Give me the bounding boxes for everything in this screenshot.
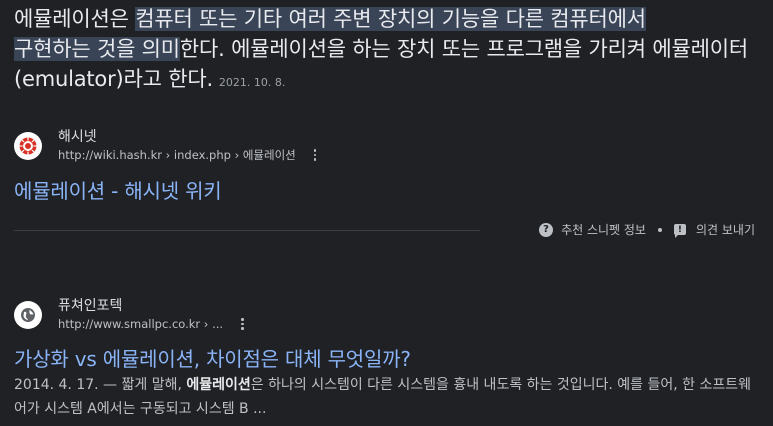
- result2-bold-term: 에뮬레이션: [186, 377, 251, 393]
- question-circle-icon: ?: [539, 222, 554, 237]
- globe-icon: [14, 301, 42, 329]
- snippet-highlight-2: 구현하는 것을 의미: [14, 37, 180, 61]
- snippet-text-before: 에뮬레이션은: [14, 7, 136, 31]
- send-feedback-link[interactable]: 의견 보내기: [696, 221, 755, 238]
- result2-date-prefix: 2014. 4. 17. — 짧게 말해,: [14, 377, 187, 393]
- hashnet-logo-icon: [14, 132, 42, 160]
- featured-snippet-text: 에뮬레이션은 컴퓨터 또는 기타 여러 주변 장치의 기능을 다른 컴퓨터에서구…: [14, 4, 764, 98]
- more-vert-icon[interactable]: [310, 147, 321, 163]
- result1-source[interactable]: 해시넷 http://wiki.hash.kr › index.php › 에뮬…: [14, 128, 320, 164]
- result1-url: http://wiki.hash.kr › index.php › 에뮬레이션: [58, 148, 296, 162]
- snippet-highlight-1: 컴퓨터 또는 기타 여러 주변 장치의 기능을 다른 컴퓨터에서: [135, 7, 646, 31]
- feedback-icon: !: [673, 224, 686, 238]
- about-snippet-link[interactable]: 추천 스니펫 정보: [561, 221, 646, 238]
- separator-dot: [657, 227, 662, 232]
- snippet-date: 2021. 10. 8.: [218, 76, 286, 89]
- divider: [14, 230, 480, 231]
- result2-site-name: 퓨쳐인포텍: [58, 298, 123, 314]
- snippet-feedback-bar: ? 추천 스니펫 정보 ! 의견 보내기: [539, 221, 755, 238]
- result2-source[interactable]: 퓨쳐인포텍 http://www.smallpc.co.kr › ...: [14, 297, 248, 333]
- result2-title-link[interactable]: 가상화 vs 에뮬레이션, 차이점은 대체 무엇일까?: [14, 343, 411, 372]
- result1-title-link[interactable]: 에뮬레이션 - 해시넷 위키: [14, 175, 222, 204]
- result1-site-name: 해시넷: [58, 129, 97, 145]
- result2-description: 2014. 4. 17. — 짧게 말해, 에뮬레이션은 하나의 시스템이 다른…: [14, 373, 754, 421]
- result2-url: http://www.smallpc.co.kr › ...: [58, 317, 224, 331]
- more-vert-icon[interactable]: [237, 316, 248, 332]
